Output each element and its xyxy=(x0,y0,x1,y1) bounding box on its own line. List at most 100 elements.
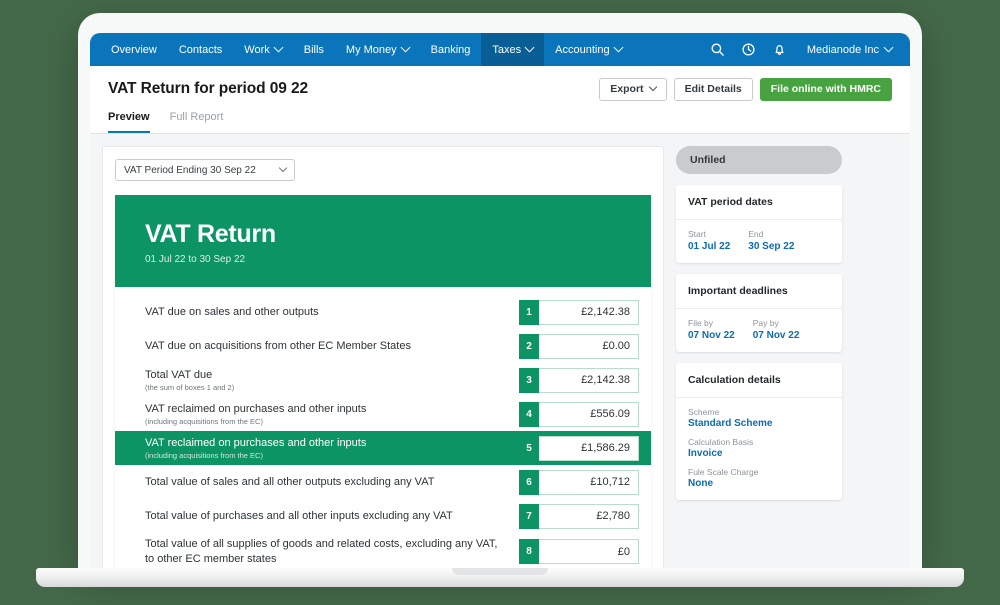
nav-item-bills[interactable]: Bills xyxy=(293,33,335,66)
vat-row-label: Total value of purchases and all other i… xyxy=(145,509,505,524)
nav-item-my-money[interactable]: My Money xyxy=(335,33,420,66)
header-actions: Export Edit Details File online with HMR… xyxy=(599,78,892,101)
vat-period-dates-card: VAT period dates Start 01 Jul 22 End 30 … xyxy=(676,185,842,263)
timer-icon[interactable] xyxy=(735,33,763,66)
calc-item-value[interactable]: Standard Scheme xyxy=(688,418,830,429)
company-menu[interactable]: Medianode Inc xyxy=(797,44,898,56)
vat-period-select[interactable]: VAT Period Ending 30 Sep 22 xyxy=(115,159,295,181)
card-body: Start 01 Jul 22 End 30 Sep 22 xyxy=(676,220,842,263)
nav-label: Overview xyxy=(111,44,157,56)
vat-box-number: 3 xyxy=(519,368,539,393)
vat-row-sublabel: (including acquisitions from the EC) xyxy=(145,451,505,460)
chevron-down-icon xyxy=(613,43,623,53)
calc-item-value[interactable]: None xyxy=(688,478,830,489)
vat-period-select-value: VAT Period Ending 30 Sep 22 xyxy=(124,165,256,176)
vat-row-label: Total value of all supplies of goods and… xyxy=(145,537,505,567)
nav-item-overview[interactable]: Overview xyxy=(100,33,168,66)
vat-row-value-box: 4£556.09 xyxy=(519,402,639,427)
card-title: VAT period dates xyxy=(676,185,842,220)
file-by-label: File by xyxy=(688,318,735,328)
file-by: File by 07 Nov 22 xyxy=(688,318,735,341)
pay-by: Pay by 07 Nov 22 xyxy=(753,318,800,341)
edit-details-button[interactable]: Edit Details xyxy=(674,78,753,101)
period-end: End 30 Sep 22 xyxy=(748,229,794,252)
vat-row-value-box: 3£2,142.38 xyxy=(519,368,639,393)
nav-item-work[interactable]: Work xyxy=(233,33,292,66)
vat-box-value[interactable]: £0.00 xyxy=(539,334,639,359)
period-end-value[interactable]: 30 Sep 22 xyxy=(748,241,794,252)
page-header: VAT Return for period 09 22 Export Edit … xyxy=(90,66,910,134)
vat-return-sheet-header: VAT Return 01 Jul 22 to 30 Sep 22 xyxy=(115,195,651,287)
vat-return-heading: VAT Return xyxy=(145,220,621,249)
vat-box-value[interactable]: £0 xyxy=(539,539,639,564)
page-body: VAT Period Ending 30 Sep 22 VAT Return 0… xyxy=(90,134,910,573)
period-end-label: End xyxy=(748,229,794,239)
period-start-label: Start xyxy=(688,229,730,239)
table-row: VAT due on sales and other outputs1£2,14… xyxy=(115,295,651,329)
file-by-value[interactable]: 07 Nov 22 xyxy=(688,330,735,341)
calc-item-label: Fule Scale Charge xyxy=(688,467,830,477)
nav-item-banking[interactable]: Banking xyxy=(420,33,482,66)
vat-box-number: 1 xyxy=(519,300,539,325)
vat-box-value[interactable]: £10,712 xyxy=(539,470,639,495)
vat-row-label-group: VAT reclaimed on purchases and other inp… xyxy=(145,436,519,461)
vat-box-number: 8 xyxy=(519,539,539,564)
tab-full-report[interactable]: Full Report xyxy=(170,111,224,133)
vat-row-label: Total VAT due xyxy=(145,368,505,383)
date-pairs: Start 01 Jul 22 End 30 Sep 22 xyxy=(688,229,830,252)
vat-row-label: Total value of sales and all other outpu… xyxy=(145,475,505,490)
sidebar-column: Unfiled VAT period dates Start 01 Jul 22… xyxy=(676,146,842,573)
table-row: Total value of all supplies of goods and… xyxy=(115,533,651,571)
chevron-down-icon xyxy=(884,43,894,53)
device-frame: Overview Contacts Work Bills My Money Ba… xyxy=(78,13,922,573)
nav-label: Taxes xyxy=(492,44,521,56)
company-name: Medianode Inc xyxy=(807,44,879,56)
top-navigation-bar: Overview Contacts Work Bills My Money Ba… xyxy=(90,33,910,66)
pay-by-value[interactable]: 07 Nov 22 xyxy=(753,330,800,341)
table-row: VAT reclaimed on purchases and other inp… xyxy=(115,431,651,465)
card-title: Calculation details xyxy=(676,363,842,398)
vat-row-label-group: VAT reclaimed on purchases and other inp… xyxy=(145,402,519,427)
bell-icon[interactable] xyxy=(766,33,794,66)
calc-item-value[interactable]: Invoice xyxy=(688,448,830,459)
vat-row-value-box: 7£2,780 xyxy=(519,504,639,529)
export-button[interactable]: Export xyxy=(599,78,666,101)
pay-by-label: Pay by xyxy=(753,318,800,328)
vat-row-label: VAT reclaimed on purchases and other inp… xyxy=(145,436,505,451)
vat-row-value-box: 2£0.00 xyxy=(519,334,639,359)
table-row: Total value of sales and all other outpu… xyxy=(115,465,651,499)
vat-box-value[interactable]: £2,142.38 xyxy=(539,368,639,393)
vat-row-value-box: 5£1,586.29 xyxy=(519,436,639,461)
laptop-notch xyxy=(452,568,548,575)
vat-box-number: 6 xyxy=(519,470,539,495)
file-online-hmrc-button[interactable]: File online with HMRC xyxy=(760,78,892,101)
vat-box-number: 7 xyxy=(519,504,539,529)
list-item: Fule Scale ChargeNone xyxy=(688,467,830,489)
table-row: VAT due on acquisitions from other EC Me… xyxy=(115,329,651,363)
nav-label: My Money xyxy=(346,44,397,56)
vat-box-value[interactable]: £2,780 xyxy=(539,504,639,529)
deadline-pairs: File by 07 Nov 22 Pay by 07 Nov 22 xyxy=(688,318,830,341)
search-icon[interactable] xyxy=(704,33,732,66)
period-start-value[interactable]: 01 Jul 22 xyxy=(688,241,730,252)
vat-row-value-box: 6£10,712 xyxy=(519,470,639,495)
table-row: Total VAT due(the sum of boxes 1 and 2) 3… xyxy=(115,363,651,397)
vat-box-number: 4 xyxy=(519,402,539,427)
vat-box-value[interactable]: £2,142.38 xyxy=(539,300,639,325)
nav-item-accounting[interactable]: Accounting xyxy=(544,33,632,66)
tab-preview[interactable]: Preview xyxy=(108,111,150,133)
vat-box-value[interactable]: £556.09 xyxy=(539,402,639,427)
nav-label: Accounting xyxy=(555,44,609,56)
vat-return-rows: VAT due on sales and other outputs1£2,14… xyxy=(115,287,651,573)
list-item: SchemeStandard Scheme xyxy=(688,407,830,429)
nav-label: Work xyxy=(244,44,269,56)
nav-item-taxes[interactable]: Taxes xyxy=(481,33,544,66)
vat-box-number: 5 xyxy=(519,436,539,461)
page-tabs: Preview Full Report xyxy=(108,111,892,133)
chevron-down-icon xyxy=(279,164,287,172)
vat-row-sublabel: (the sum of boxes 1 and 2) xyxy=(145,383,505,392)
vat-box-value[interactable]: £1,586.29 xyxy=(539,436,639,461)
nav-item-contacts[interactable]: Contacts xyxy=(168,33,233,66)
list-item: Calculation BasisInvoice xyxy=(688,437,830,459)
calc-item-label: Scheme xyxy=(688,407,830,417)
